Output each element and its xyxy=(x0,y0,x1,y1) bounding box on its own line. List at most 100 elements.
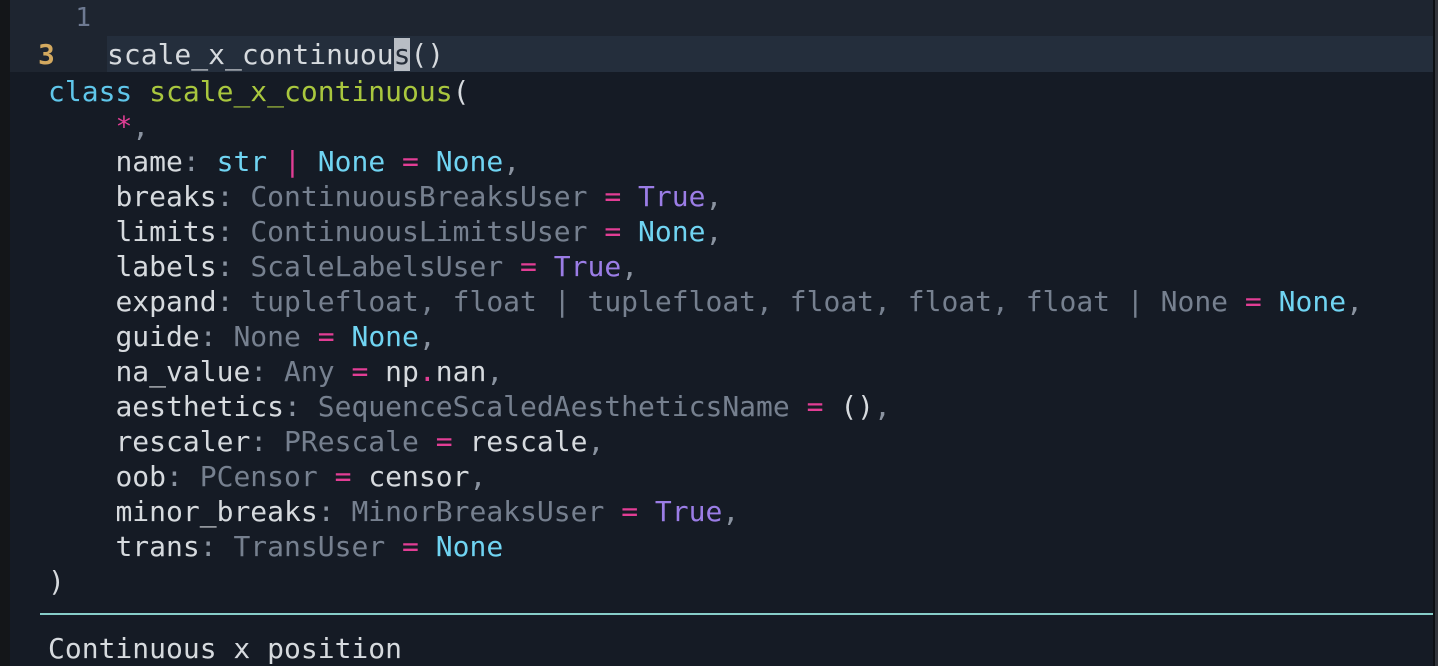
code-token: = xyxy=(621,495,638,528)
code-token xyxy=(48,460,115,493)
code-token: , xyxy=(469,460,486,493)
signature-line: name: str | None = None, xyxy=(48,144,1433,179)
code-token: : xyxy=(166,460,200,493)
code-token: : xyxy=(284,390,318,423)
code-token: True xyxy=(638,180,705,213)
code-token: None xyxy=(1279,285,1346,318)
code-token: PCensor xyxy=(200,460,318,493)
code-token: , xyxy=(503,145,520,178)
code-token: str xyxy=(217,145,268,178)
code-token: : xyxy=(250,425,284,458)
code-token xyxy=(48,320,115,353)
code-token: : xyxy=(217,285,251,318)
editor-line-current[interactable]: 3 scale_x_continuous() xyxy=(10,36,1433,72)
code-token: : xyxy=(200,530,234,563)
code-token xyxy=(1228,285,1245,318)
code-token xyxy=(385,530,402,563)
code-token: nan xyxy=(436,355,487,388)
code-token: () xyxy=(410,38,444,71)
code-token: rescale xyxy=(469,425,587,458)
code-token xyxy=(587,180,604,213)
code-token xyxy=(301,145,318,178)
code-token: MinorBreaksUser xyxy=(351,495,604,528)
signature-line: expand: tuplefloat, float | tuplefloat, … xyxy=(48,284,1433,319)
editor-area[interactable]: 1 3 scale_x_continuous() xyxy=(10,0,1433,72)
code-token xyxy=(790,390,807,423)
signature-line: guide: None = None, xyxy=(48,319,1433,354)
code-token: PRescale xyxy=(284,425,419,458)
tooltip-divider xyxy=(40,613,1433,615)
code-token: : xyxy=(217,250,251,283)
code-token: aesthetics xyxy=(115,390,284,423)
code-token: = xyxy=(1245,285,1262,318)
signature-line: class scale_x_continuous( xyxy=(48,74,1433,109)
editor-line-current-code[interactable]: scale_x_continuous() xyxy=(107,36,1433,72)
code-token: = xyxy=(351,355,368,388)
code-token: = xyxy=(520,250,537,283)
code-token xyxy=(48,250,115,283)
signature-line: ) xyxy=(48,564,1433,599)
code-token: class xyxy=(48,75,132,108)
signature-line: trans: TransUser = None xyxy=(48,529,1433,564)
code-token: None xyxy=(233,320,300,353)
code-token: : xyxy=(183,145,217,178)
code-token: , xyxy=(419,320,436,353)
code-token: trans xyxy=(115,530,199,563)
code-token: np xyxy=(385,355,419,388)
editor-line-empty-code[interactable] xyxy=(107,0,1433,36)
code-token: rescaler xyxy=(115,425,250,458)
code-token: , xyxy=(587,425,604,458)
scrollbar-track[interactable] xyxy=(1433,0,1438,666)
line-number-active: 3 xyxy=(10,36,107,72)
signature-line: breaks: ContinuousBreaksUser = True, xyxy=(48,179,1433,214)
code-token: ( xyxy=(453,75,470,108)
code-token: = xyxy=(402,145,419,178)
code-token xyxy=(335,355,352,388)
code-token xyxy=(48,425,115,458)
code-token xyxy=(604,495,621,528)
code-token: scale_x_continuous xyxy=(149,75,452,108)
code-token: TransUser xyxy=(233,530,385,563)
signature-line: labels: ScaleLabelsUser = True, xyxy=(48,249,1433,284)
code-token: labels xyxy=(115,250,216,283)
hover-signature-tooltip: class scale_x_continuous( *, name: str |… xyxy=(10,72,1433,666)
code-token: censor xyxy=(368,460,469,493)
code-token: SequenceScaledAestheticsName xyxy=(318,390,790,423)
window-left-edge xyxy=(0,0,10,666)
code-token: None xyxy=(351,320,418,353)
code-editor-screen: 1 3 scale_x_continuous() class scale_x_c… xyxy=(0,0,1438,666)
code-token xyxy=(48,355,115,388)
code-token xyxy=(48,215,115,248)
code-token: None xyxy=(318,145,385,178)
code-token xyxy=(638,495,655,528)
code-token: True xyxy=(554,250,621,283)
code-token: : xyxy=(217,180,251,213)
code-token: None xyxy=(436,145,503,178)
signature-line: limits: ContinuousLimitsUser = None, xyxy=(48,214,1433,249)
signature-line: minor_breaks: MinorBreaksUser = True, xyxy=(48,494,1433,529)
code-token: () xyxy=(840,390,874,423)
code-token: limits xyxy=(115,215,216,248)
code-token xyxy=(267,145,284,178)
code-token xyxy=(503,250,520,283)
code-token xyxy=(587,215,604,248)
code-token xyxy=(368,355,385,388)
text-cursor: s xyxy=(394,38,411,71)
code-token: None xyxy=(638,215,705,248)
code-token: : xyxy=(250,355,284,388)
code-token xyxy=(318,460,335,493)
code-token: , xyxy=(621,250,638,283)
code-token: oob xyxy=(115,460,166,493)
code-token xyxy=(823,390,840,423)
code-token xyxy=(419,425,436,458)
code-token: tuplefloat, float | tuplefloat, float, f… xyxy=(250,285,1228,318)
code-token: * xyxy=(115,110,132,143)
code-token xyxy=(385,145,402,178)
editor-line-empty[interactable]: 1 xyxy=(10,0,1433,36)
code-token: True xyxy=(655,495,722,528)
code-token: None xyxy=(436,530,503,563)
code-token: scale_x_continuou xyxy=(107,38,394,71)
code-token: : xyxy=(318,495,352,528)
code-token: = xyxy=(335,460,352,493)
code-token: = xyxy=(318,320,335,353)
